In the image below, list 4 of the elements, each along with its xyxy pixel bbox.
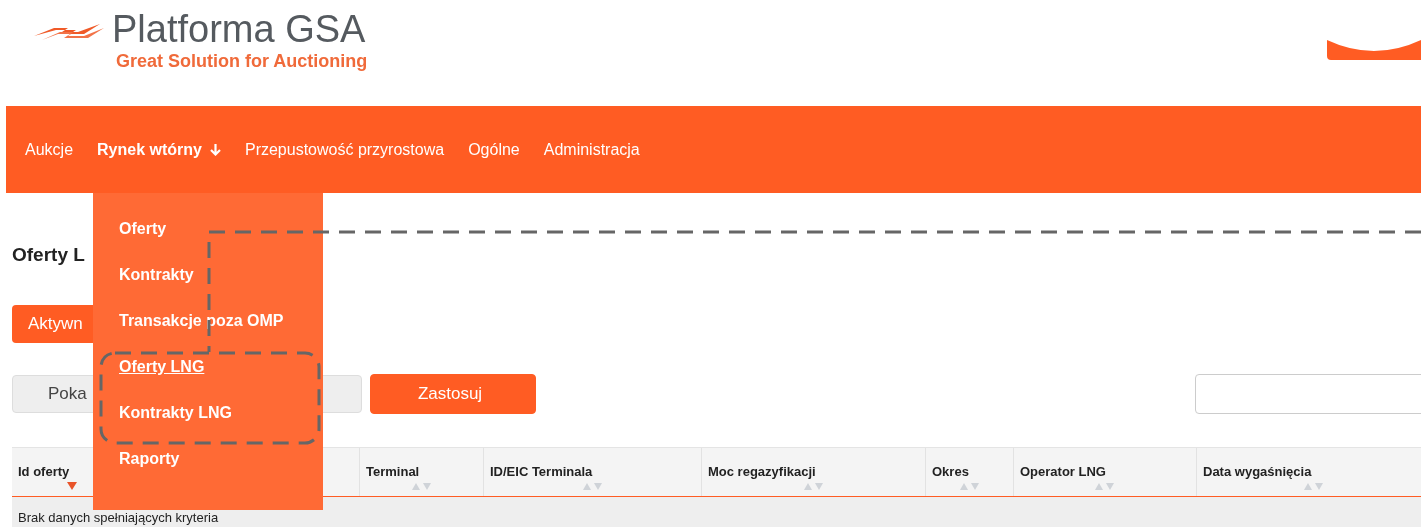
logo-title: Platforma GSA — [112, 8, 367, 50]
page-title: Oferty L — [12, 243, 85, 267]
empty-message: Brak danych spełniających kryteria — [18, 510, 219, 525]
logo-tagline: Great Solution for Auctioning — [116, 50, 368, 72]
